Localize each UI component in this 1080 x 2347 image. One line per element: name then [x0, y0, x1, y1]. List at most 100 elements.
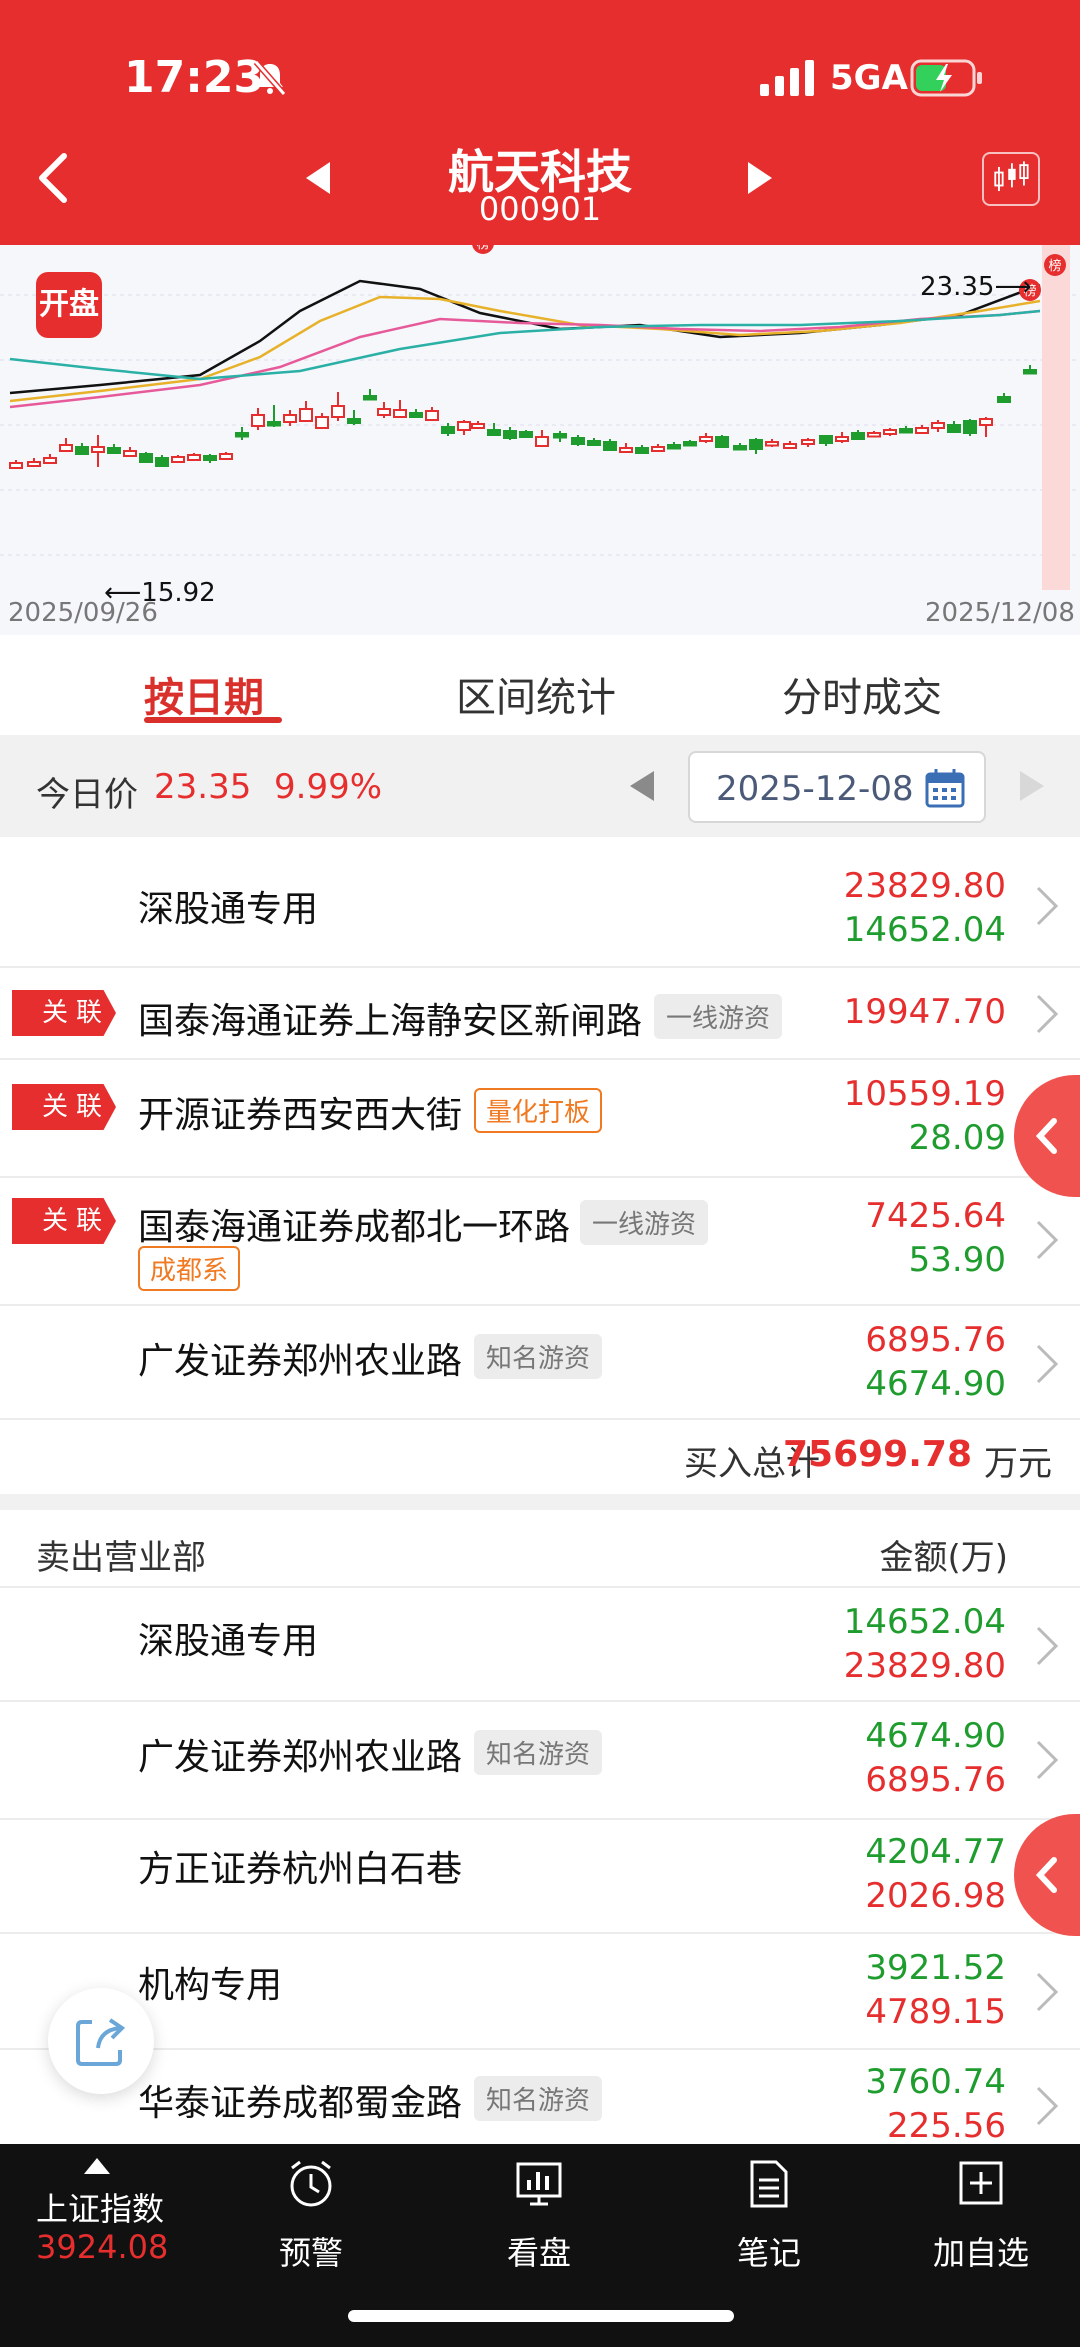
candle-body	[715, 436, 729, 448]
price-high-label: 23.35⟶	[920, 272, 1032, 302]
chevron-left-icon	[1035, 1857, 1057, 1893]
prev-stock-icon[interactable]	[302, 160, 334, 196]
side-panel-toggle[interactable]	[1014, 1075, 1080, 1197]
nav-label: 预警	[278, 2234, 343, 2272]
candle-body	[503, 430, 517, 439]
share-button[interactable]	[48, 1988, 154, 2094]
candle-body	[947, 424, 961, 433]
chevron-left-icon	[1035, 1118, 1057, 1154]
trader-tag: 知名游资	[474, 1730, 603, 1775]
candle-body	[59, 444, 73, 452]
candle-body	[519, 431, 533, 438]
sell-section-header: 卖出营业部 金额(万)	[0, 1510, 1080, 1588]
tab-by-date[interactable]: 按日期	[144, 665, 264, 723]
chevron-right-icon	[1036, 1972, 1059, 2012]
buy-row[interactable]: 广发证券郑州农业路 知名游资 6895.76 4674.90	[0, 1306, 1080, 1420]
stock-code: 000901	[478, 190, 602, 228]
nav-watch[interactable]: 看盘	[464, 2152, 614, 2272]
monitor-chart-icon	[516, 2162, 562, 2206]
back-icon[interactable]	[34, 150, 74, 206]
tab-intraday-trades[interactable]: 分时成交	[782, 665, 942, 723]
candle-body	[219, 453, 233, 460]
nav-label: 加自选	[932, 2234, 1029, 2272]
chevron-right-icon	[1036, 2086, 1059, 2126]
candle-body	[835, 436, 849, 442]
add-square-icon	[959, 2161, 1003, 2205]
candle-body	[883, 429, 897, 435]
list-marker-label: 榜	[1048, 258, 1061, 274]
candlestick-icon	[994, 161, 1029, 192]
nav-add-watchlist[interactable]: 加自选	[906, 2152, 1056, 2272]
chevron-right-icon	[1036, 886, 1059, 926]
trader-tag: 一线游资	[654, 994, 783, 1039]
candle-body	[315, 416, 329, 429]
prev-date-icon[interactable]	[628, 769, 656, 803]
chart-end-date: 2025/12/08	[925, 598, 1075, 628]
buy-row[interactable]: 关联 国泰海通证券成都北一环路 一线游资 成都系 7425.64 53.90	[0, 1178, 1080, 1306]
index-value: 3924.08	[36, 2228, 169, 2266]
candle-body	[783, 443, 797, 449]
alarm-clock-icon	[290, 2160, 332, 2207]
side-panel-toggle[interactable]	[1014, 1814, 1080, 1936]
buy-row[interactable]: 关联 开源证券西安西大街 量化打板 10559.19 28.09	[0, 1060, 1080, 1178]
candle-body	[801, 439, 815, 445]
candle-body	[347, 418, 361, 424]
buy-row[interactable]: 深股通专用 23829.80 14652.04	[0, 842, 1080, 968]
candle-body	[409, 412, 423, 418]
app-header: 17:23 5GA 航天科技 000901	[0, 0, 1080, 245]
today-change-pct: 9.99%	[274, 767, 383, 807]
sell-amount: 53.90	[908, 1240, 1006, 1280]
candle-body	[331, 405, 345, 418]
candle-body	[9, 462, 23, 469]
sell-row[interactable]: 方正证券杭州白石巷 4204.77 2026.98	[0, 1820, 1080, 1934]
candle-body	[997, 396, 1011, 403]
candle-body	[91, 446, 105, 453]
tab-bar: 按日期 区间统计 分时成交	[0, 635, 1080, 735]
sell-amount: 4204.77	[865, 1832, 1006, 1872]
today-price: 23.35	[154, 767, 252, 807]
chart-switch-button[interactable]	[982, 152, 1040, 206]
candle-body	[667, 444, 681, 450]
candle-body	[171, 456, 185, 463]
candle-body	[749, 439, 763, 450]
candle-body	[27, 461, 41, 467]
chevron-right-icon	[1036, 1220, 1059, 1260]
buy-amount: 23829.80	[843, 866, 1006, 906]
nav-notes[interactable]: 笔记	[694, 2152, 844, 2272]
sell-row[interactable]: 深股通专用 14652.04 23829.80	[0, 1588, 1080, 1702]
candle-body	[867, 432, 881, 438]
sell-amount: 14652.04	[843, 910, 1006, 950]
index-label: 上证指数	[36, 2190, 165, 2228]
broker-name: 深股通专用	[138, 889, 319, 930]
candle-body	[393, 409, 407, 418]
sell-row[interactable]: 广发证券郑州农业路 知名游资 4674.90 6895.76	[0, 1702, 1080, 1820]
next-date-icon[interactable]	[1018, 769, 1046, 803]
next-stock-icon[interactable]	[744, 160, 776, 196]
sell-amount: 3921.52	[865, 1948, 1006, 1988]
sell-row[interactable]: 机构专用 3921.52 4789.15	[0, 1934, 1080, 2050]
network-label: 5GA	[830, 58, 908, 98]
sell-section-title: 卖出营业部	[36, 1538, 206, 1578]
candle-body	[123, 450, 137, 457]
nav-label: 笔记	[736, 2234, 801, 2272]
buy-total-row: 买入总计 75699.78 万元	[0, 1420, 1080, 1494]
expand-up-icon	[84, 2158, 110, 2174]
related-tag: 关联	[12, 990, 116, 1036]
broker-name: 深股通专用	[138, 1621, 319, 1662]
nav-alert[interactable]: 预警	[236, 2152, 386, 2272]
buy-row[interactable]: 关联 国泰海通证券上海静安区新闸路 一线游资 19947.70	[0, 968, 1080, 1060]
related-tag: 关联	[12, 1198, 116, 1244]
candle-body	[979, 418, 993, 426]
amount-column-header: 金额(万)	[879, 1538, 1008, 1578]
tab-range-stats[interactable]: 区间统计	[456, 665, 616, 723]
candle-body	[425, 410, 439, 421]
candle-body	[571, 437, 585, 445]
date-picker[interactable]: 2025-12-08	[688, 751, 986, 823]
broker-name: 开源证券西安西大街	[138, 1095, 463, 1136]
quant-tag: 量化打板	[474, 1088, 603, 1133]
buy-amount: 23829.80	[843, 1646, 1006, 1686]
candle-body	[363, 395, 377, 401]
broker-name: 广发证券郑州农业路	[138, 1341, 463, 1382]
open-badge: 开盘	[36, 272, 102, 338]
candle-body	[699, 436, 713, 442]
